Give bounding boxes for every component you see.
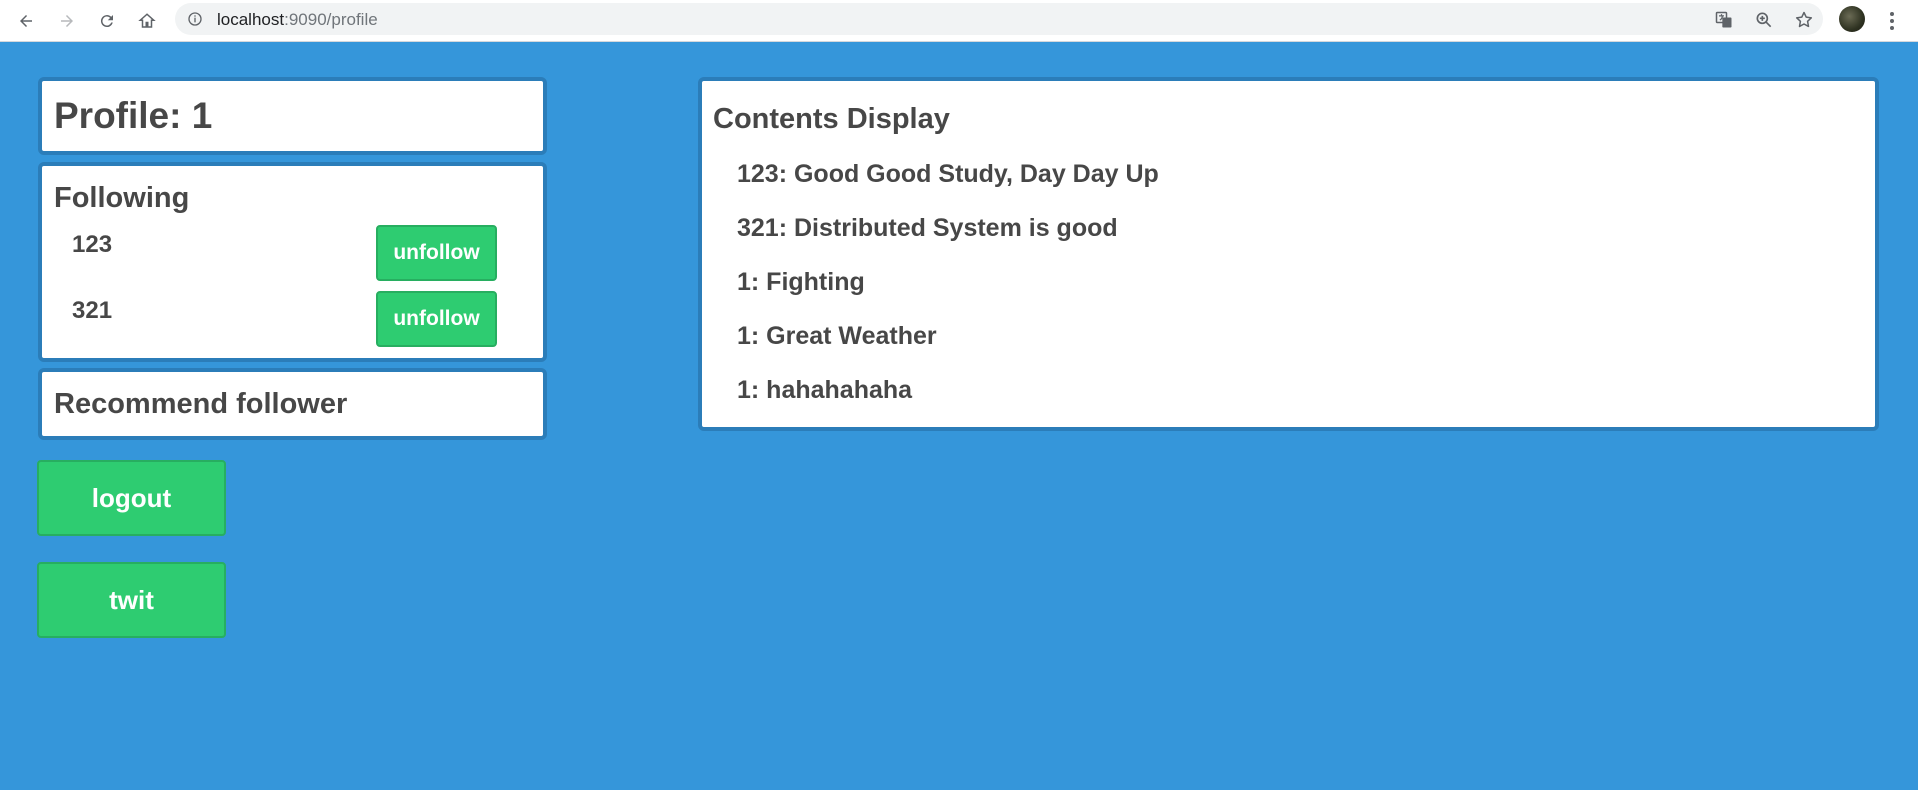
recommend-heading: Recommend follower	[54, 388, 348, 420]
page-title: Profile: 1	[54, 95, 213, 136]
following-panel: Following 123 unfollow 321 unfollow	[38, 162, 547, 362]
profile-panel: Profile: 1	[38, 77, 547, 155]
home-icon[interactable]	[134, 8, 160, 34]
back-arrow-icon[interactable]	[13, 8, 39, 34]
following-heading: Following	[54, 182, 190, 214]
browser-toolbar: localhost:9090/profile	[0, 0, 1918, 42]
zoom-icon[interactable]	[1754, 10, 1774, 30]
content-item: 321: Distributed System is good	[737, 214, 1118, 242]
unfollow-button[interactable]: unfollow	[376, 291, 497, 347]
content-item: 1: hahahahaha	[737, 376, 913, 404]
translate-icon[interactable]	[1714, 10, 1734, 30]
info-icon[interactable]	[187, 11, 203, 27]
twit-button[interactable]: twit	[37, 562, 226, 638]
forward-arrow-icon[interactable]	[54, 8, 80, 34]
contents-heading: Contents Display	[713, 103, 950, 135]
more-menu-icon[interactable]	[1884, 8, 1900, 34]
unfollow-button[interactable]: unfollow	[376, 225, 497, 281]
followed-user-name: 123	[72, 231, 113, 258]
avatar[interactable]	[1839, 6, 1865, 32]
logout-button[interactable]: logout	[37, 460, 226, 536]
list-item: 123 unfollow	[42, 225, 543, 281]
content-item: 1: Fighting	[737, 268, 865, 296]
content-item: 1: Great Weather	[737, 322, 937, 350]
reload-icon[interactable]	[94, 8, 120, 34]
contents-panel: Contents Display 123: Good Good Study, D…	[698, 77, 1879, 431]
content-item: 123: Good Good Study, Day Day Up	[737, 160, 1159, 188]
address-bar[interactable]: localhost:9090/profile	[175, 3, 1823, 35]
url-text: localhost:9090/profile	[217, 10, 378, 29]
recommend-panel: Recommend follower	[38, 368, 547, 440]
bookmark-star-icon[interactable]	[1794, 10, 1814, 30]
list-item: 321 unfollow	[42, 291, 543, 347]
followed-user-name: 321	[72, 297, 113, 324]
